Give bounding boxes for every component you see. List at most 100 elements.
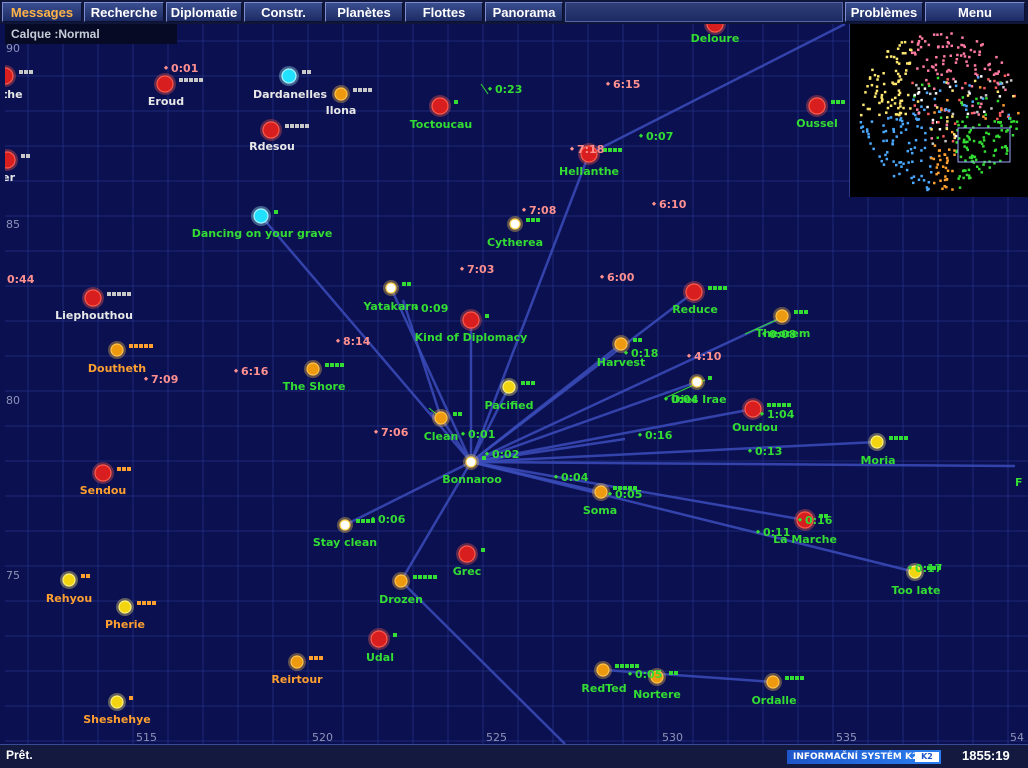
planet-body[interactable] [614,337,628,351]
eta-label: 0:09 [421,302,448,315]
minimap-dot [930,156,933,160]
minimap-dot [962,52,966,55]
planet-body[interactable] [465,456,477,468]
minimap-dot [933,87,936,90]
planet-body[interactable] [462,311,480,329]
minimap-dot [1004,88,1007,92]
planet-body[interactable] [334,87,348,101]
planet-body[interactable] [156,75,174,93]
planet-asset-marker [536,218,540,222]
minimap-dot [884,153,887,157]
construction-tab[interactable]: Constr. [244,2,323,22]
panorama-tab[interactable]: Panorama [485,2,563,22]
planet-body[interactable] [110,695,124,709]
planet-body[interactable] [84,289,102,307]
minimap-dot [939,158,942,162]
minimap-dot [963,145,966,148]
planet-asset-marker [199,78,203,82]
diplomacy-tab[interactable]: Diplomatie [166,2,242,22]
planet-body[interactable] [253,208,269,224]
minimap-dot [997,121,1000,124]
research-tab[interactable]: Recherche [84,2,164,22]
planet-asset-marker [620,664,624,668]
minimap-dot [930,128,933,131]
minimap-dot [964,124,967,128]
minimap-dot [1015,127,1018,130]
fleet-eta[interactable]: 0:44 [5,273,35,286]
planet-body[interactable] [434,411,448,425]
minimap-dot [928,84,931,88]
planet-body[interactable] [509,218,521,230]
planet-body[interactable] [94,464,112,482]
minimap-dot [992,139,996,142]
planet-asset-marker [309,656,313,660]
minimap-dot [885,157,889,161]
planet-body[interactable] [502,380,516,394]
minimap-canvas[interactable] [850,24,1028,197]
fleets-tab[interactable]: Flottes [405,2,483,22]
minimap-dot [966,112,970,116]
planet-asset-marker [708,376,712,380]
planet-name: yer [5,171,16,184]
planet-body[interactable] [691,376,703,388]
planet-body[interactable] [744,400,762,418]
minimap-dot [945,45,949,48]
planet-body[interactable] [281,68,297,84]
planet-body[interactable] [775,309,789,323]
planet-body[interactable] [118,600,132,614]
planet-body[interactable] [594,485,608,499]
minimap-dot [958,98,961,102]
planet-asset-marker [794,310,798,314]
planet-body[interactable] [766,675,780,689]
planet-body[interactable] [339,519,351,531]
minimap-dot [931,121,935,125]
planet-body[interactable] [394,574,408,588]
planet-body[interactable] [458,545,476,563]
planet-body[interactable] [306,362,320,376]
planet-body[interactable] [685,283,703,301]
planet-asset-marker [81,574,85,578]
planet-body[interactable] [370,630,388,648]
planet-body[interactable] [110,343,124,357]
planet-body[interactable] [431,97,449,115]
minimap-dot [911,81,914,85]
messages-tab[interactable]: Messages [2,2,82,22]
planet-name: Stay clean [313,536,377,549]
minimap-dot [866,107,870,111]
planet-body[interactable] [262,121,280,139]
planet-body[interactable] [290,655,304,669]
minimap-dot [923,87,927,90]
minimap-dot [913,93,916,97]
minimap-dot [916,118,919,121]
minimap-dot [926,105,929,109]
planet-body[interactable] [870,435,884,449]
planet-asset-marker [290,124,294,128]
eta-label: 0:04 [671,393,699,406]
minimap-dot [969,176,972,180]
planet-body[interactable] [596,663,610,677]
planet-body[interactable] [5,151,16,169]
minimap-dot [904,128,908,131]
problems-tab[interactable]: Problèmes [845,2,923,22]
planet-body[interactable] [385,282,397,294]
minimap-dot [944,108,948,111]
planet-body[interactable] [62,573,76,587]
minimap[interactable] [849,24,1028,197]
planet-body[interactable] [808,97,826,115]
minimap-dot [951,115,954,118]
minimap-dot [920,149,923,152]
menu-button[interactable]: Menu [925,2,1025,22]
planet-asset-marker [708,286,712,290]
minimap-dot [868,76,872,79]
minimap-dot [882,130,885,134]
planet-asset-marker [274,210,278,214]
planets-tab[interactable]: Planètes [325,2,403,22]
minimap-dot [862,130,865,133]
minimap-dot [907,93,910,97]
planet-name: Pacified [485,399,534,412]
minimap-dot [895,118,898,121]
minimap-dot [866,85,869,88]
minimap-dot [983,150,987,153]
planet-asset-marker [107,292,111,296]
minimap-dot [915,83,918,87]
